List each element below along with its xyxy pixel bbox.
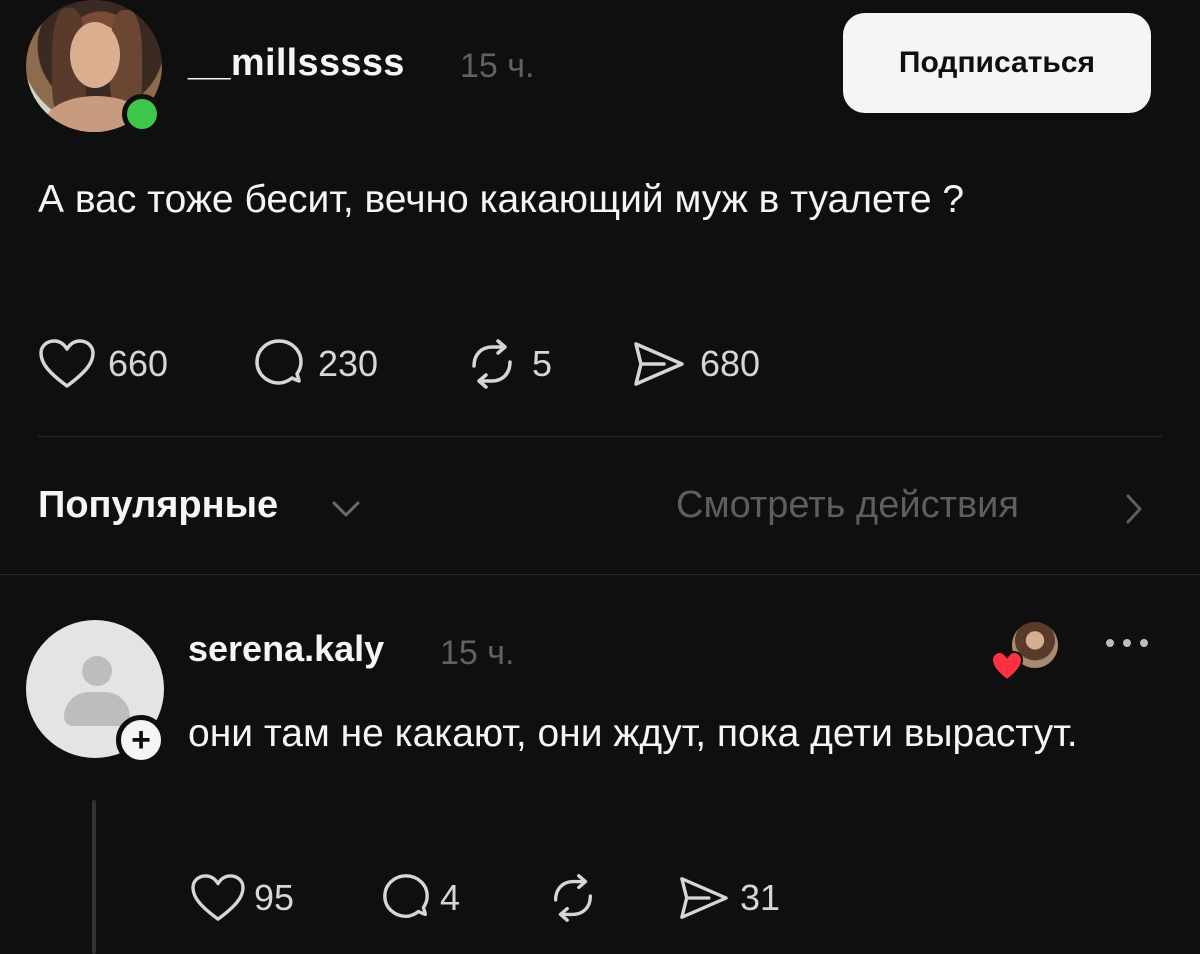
like-button[interactable]: 660 (38, 336, 168, 392)
follow-button[interactable]: Подписаться (843, 13, 1151, 113)
repost-icon (553, 874, 593, 922)
comment-icon (255, 339, 303, 385)
reply-like-count: 95 (254, 877, 295, 918)
liked-by-author-heart-icon (990, 650, 1024, 682)
heart-icon (191, 874, 245, 921)
post-time: 15 ч. (460, 47, 535, 85)
reply-text: они там не какают, они ждут, пока дети в… (188, 712, 1078, 755)
reply-comment-button[interactable]: 4 (380, 870, 460, 926)
chevron-right-icon[interactable] (1124, 492, 1144, 526)
comment-button[interactable]: 230 (252, 336, 378, 392)
online-status-indicator (122, 94, 162, 134)
reply-comment-count: 4 (440, 877, 461, 918)
thread-line (92, 800, 96, 954)
send-icon (634, 342, 684, 386)
like-count: 660 (108, 343, 169, 384)
share-button[interactable]: 680 (630, 336, 760, 392)
share-count: 680 (700, 343, 761, 384)
divider (0, 574, 1200, 575)
follow-plus-icon[interactable]: + (116, 715, 166, 765)
replies-sort-dropdown[interactable]: Популярные (38, 484, 278, 527)
send-icon (680, 877, 728, 919)
comment-count: 230 (318, 343, 379, 384)
divider (38, 436, 1162, 437)
heart-icon (39, 339, 95, 388)
post-text: А вас тоже бесит, вечно какающий муж в т… (38, 178, 965, 221)
chevron-down-icon[interactable] (328, 497, 364, 521)
repost-icon (472, 339, 512, 389)
author-username[interactable]: __millsssss (188, 42, 405, 85)
reply-share-button[interactable]: 31 (676, 870, 780, 926)
view-activity-link[interactable]: Смотреть действия (676, 484, 1019, 527)
reply-share-count: 31 (740, 877, 781, 918)
reply-time: 15 ч. (440, 634, 515, 672)
reply-repost-button[interactable] (546, 870, 600, 926)
comment-icon (383, 874, 429, 918)
more-options-icon[interactable] (1104, 636, 1150, 650)
repost-count: 5 (532, 343, 553, 384)
reply-like-button[interactable]: 95 (190, 870, 294, 926)
repost-button[interactable]: 5 (464, 336, 552, 392)
reply-username[interactable]: serena.kaly (188, 628, 384, 670)
